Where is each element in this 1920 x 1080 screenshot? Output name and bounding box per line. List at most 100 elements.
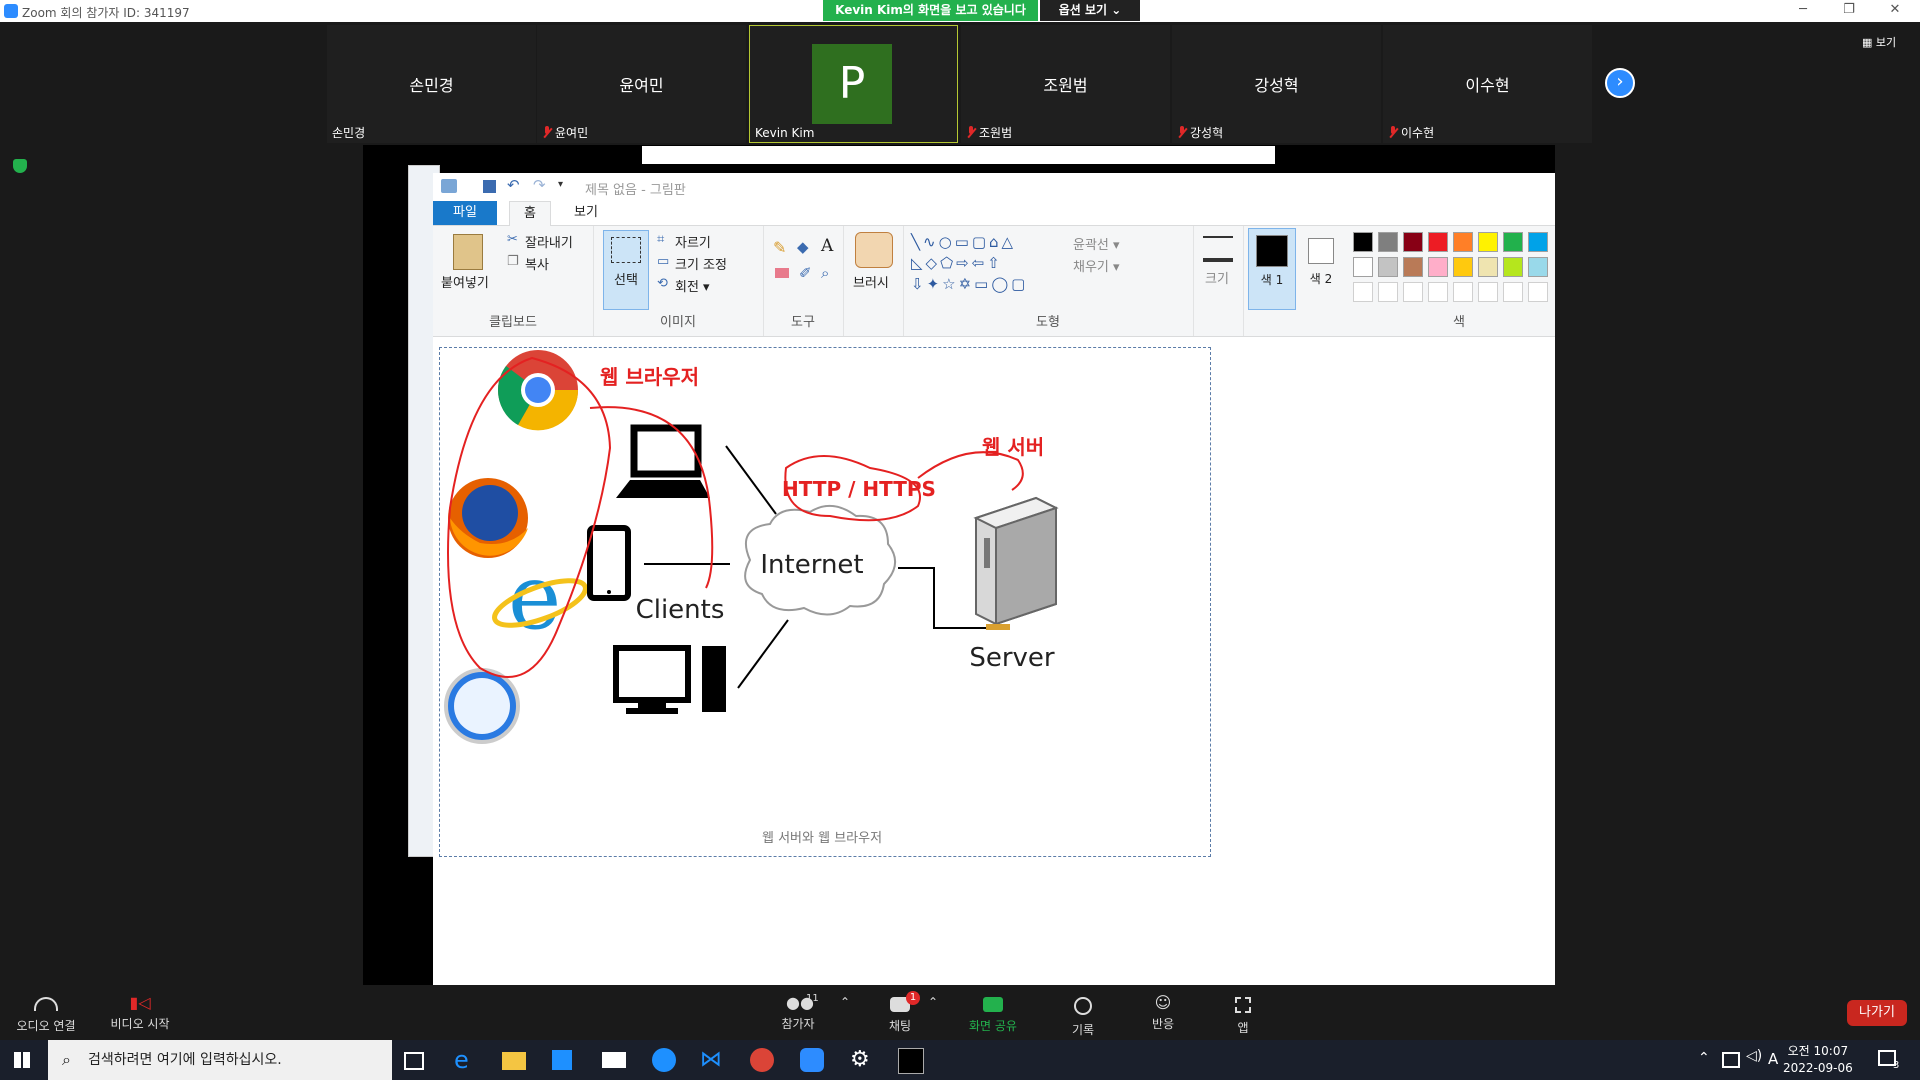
taskbar-clock[interactable]: 오전 10:07 2022-09-06 — [1783, 1043, 1853, 1077]
palette-swatch[interactable] — [1478, 232, 1498, 252]
network-icon[interactable] — [1722, 1052, 1740, 1068]
tab-view[interactable]: 보기 — [561, 201, 611, 225]
brush-icon[interactable] — [855, 232, 893, 268]
windows-start-icon[interactable] — [14, 1052, 30, 1068]
tray-chevron-icon[interactable]: ⌃ — [1698, 1050, 1710, 1066]
mail-icon[interactable] — [602, 1052, 626, 1068]
select-button[interactable]: 선택 — [603, 230, 649, 310]
taskbar-search-input[interactable]: ⌕ 검색하려면 여기에 입력하십시오. — [48, 1040, 392, 1080]
color-picker-icon[interactable]: ✐ — [799, 264, 812, 282]
group-title: 클립보드 — [489, 315, 537, 330]
palette-swatch-empty[interactable] — [1403, 282, 1423, 302]
edge-browser-icon[interactable]: e — [454, 1048, 478, 1072]
participant-tile-active-speaker[interactable]: P Kevin Kim — [749, 25, 958, 143]
chrome-taskbar-icon[interactable] — [750, 1048, 774, 1072]
record-button[interactable]: 기록 — [1043, 985, 1123, 1042]
palette-swatch[interactable] — [1353, 232, 1373, 252]
color2-button[interactable]: 색 2 — [1299, 228, 1343, 308]
color1-button[interactable]: 색 1 — [1248, 228, 1296, 310]
outline-button[interactable]: 윤곽선 ▾ — [1073, 234, 1120, 253]
volume-icon[interactable]: ◁) — [1746, 1048, 1762, 1064]
settings-gear-icon[interactable]: ⚙ — [850, 1048, 874, 1072]
crop-button[interactable]: 자르기 — [675, 232, 711, 251]
store-icon[interactable] — [552, 1050, 572, 1070]
participant-tile[interactable]: 윤여민 윤여민 — [537, 25, 746, 143]
next-page-button[interactable]: › — [1605, 68, 1635, 98]
copy-button[interactable]: 복사 — [525, 254, 549, 273]
size-button[interactable]: 크기 — [1205, 268, 1229, 287]
start-video-button[interactable]: ▮◁ 비디오 시작 — [100, 985, 180, 1042]
save-icon[interactable] — [483, 180, 496, 193]
redo-icon[interactable]: ↷ — [533, 176, 546, 194]
share-screen-button[interactable]: 화면 공유 — [953, 985, 1033, 1042]
palette-swatch[interactable] — [1403, 257, 1423, 277]
task-view-icon[interactable] — [404, 1052, 424, 1070]
chat-menu-chevron-icon[interactable]: ⌃ — [918, 985, 948, 1042]
participant-tile[interactable]: 조원범 조원범 — [961, 25, 1170, 143]
apps-button[interactable]: 앱 — [1203, 985, 1283, 1042]
palette-swatch[interactable] — [1378, 232, 1398, 252]
terminal-icon[interactable] — [898, 1048, 924, 1074]
palette-swatch[interactable] — [1428, 257, 1448, 277]
shared-window-edge — [642, 146, 1275, 164]
paint-window: ↶ ↷ ▾ 제목 없음 - 그림판 파일 홈 보기 붙여넣기 ✂ 잘라내기 ❐ … — [433, 173, 1555, 985]
participant-tile[interactable]: 강성혁 강성혁 — [1172, 25, 1381, 143]
palette-swatch[interactable] — [1403, 232, 1423, 252]
view-button[interactable]: ▦ 보기 — [1862, 34, 1896, 50]
palette-swatch[interactable] — [1503, 232, 1523, 252]
participant-tile[interactable]: 이수현 이수현 — [1383, 25, 1592, 143]
participant-name: 조원범 — [1043, 76, 1088, 95]
fill-bucket-icon[interactable]: ◆ — [797, 238, 809, 256]
resize-button[interactable]: 크기 조정 — [675, 254, 727, 273]
audio-connect-button[interactable]: 오디오 연결 — [6, 985, 86, 1042]
app-icon[interactable] — [652, 1048, 676, 1072]
palette-swatch[interactable] — [1453, 257, 1473, 277]
pencil-icon[interactable]: ✎ — [773, 238, 786, 257]
palette-swatch-empty[interactable] — [1528, 282, 1548, 302]
leave-button[interactable]: 나가기 — [1847, 1000, 1907, 1026]
palette-swatch-empty[interactable] — [1503, 282, 1523, 302]
brush-button[interactable]: 브러시 — [853, 272, 889, 291]
ime-indicator[interactable]: A — [1768, 1050, 1778, 1068]
palette-swatch-empty[interactable] — [1353, 282, 1373, 302]
fill-button[interactable]: 채우기 ▾ — [1073, 256, 1120, 275]
palette-swatch[interactable] — [1528, 257, 1548, 277]
file-explorer-icon[interactable] — [502, 1052, 526, 1070]
palette-swatch-empty[interactable] — [1453, 282, 1473, 302]
magnifier-icon[interactable]: ⌕ — [821, 264, 829, 282]
tab-file[interactable]: 파일 — [433, 201, 497, 225]
palette-swatch[interactable] — [1528, 232, 1548, 252]
palette-swatch-empty[interactable] — [1378, 282, 1398, 302]
palette-swatch-empty[interactable] — [1428, 282, 1448, 302]
shapes-gallery[interactable]: ╲∿○▭▢⌂△ ◺◇⬠⇨⇦⇧ ⇩✦☆✡▭◯▢ — [911, 232, 1051, 302]
palette-swatch[interactable] — [1453, 232, 1473, 252]
restore-button[interactable]: ❐ — [1834, 2, 1864, 20]
minimize-button[interactable]: ─ — [1788, 2, 1818, 20]
eraser-icon[interactable] — [775, 268, 789, 278]
size-lines-icon[interactable] — [1203, 236, 1233, 262]
palette-swatch[interactable] — [1378, 257, 1398, 277]
close-button[interactable]: ✕ — [1880, 2, 1910, 20]
palette-swatch[interactable] — [1353, 257, 1373, 277]
paste-icon[interactable] — [453, 234, 483, 270]
zoom-taskbar-icon[interactable] — [800, 1048, 824, 1072]
palette-swatch-empty[interactable] — [1478, 282, 1498, 302]
rotate-button[interactable]: 회전 ▾ — [675, 276, 710, 295]
paint-canvas[interactable]: e Internet Clients Server 웹 브라우저 웹 서버 HT… — [433, 337, 1555, 985]
palette-swatch[interactable] — [1503, 257, 1523, 277]
palette-swatch[interactable] — [1428, 232, 1448, 252]
undo-icon[interactable]: ↶ — [507, 176, 520, 194]
vscode-icon[interactable]: ⋈ — [700, 1048, 724, 1072]
participant-tile[interactable]: 손민경 손민경 — [327, 25, 536, 143]
palette-swatch[interactable] — [1478, 257, 1498, 277]
paste-button[interactable]: 붙여넣기 — [441, 272, 489, 291]
text-tool-icon[interactable]: A — [821, 236, 833, 256]
group-title: 도형 — [1036, 315, 1060, 330]
qat-dropdown-icon[interactable]: ▾ — [558, 179, 563, 190]
participants-menu-chevron-icon[interactable]: ⌃ — [830, 985, 860, 1042]
view-options-button[interactable]: 옵션 보기 ⌄ — [1040, 0, 1140, 21]
reactions-button[interactable]: ☺ 반응 — [1123, 985, 1203, 1042]
cut-button[interactable]: 잘라내기 — [525, 232, 573, 251]
tab-home[interactable]: 홈 — [509, 201, 551, 226]
participants-button[interactable]: ●● 참가자 11 — [758, 985, 838, 1042]
